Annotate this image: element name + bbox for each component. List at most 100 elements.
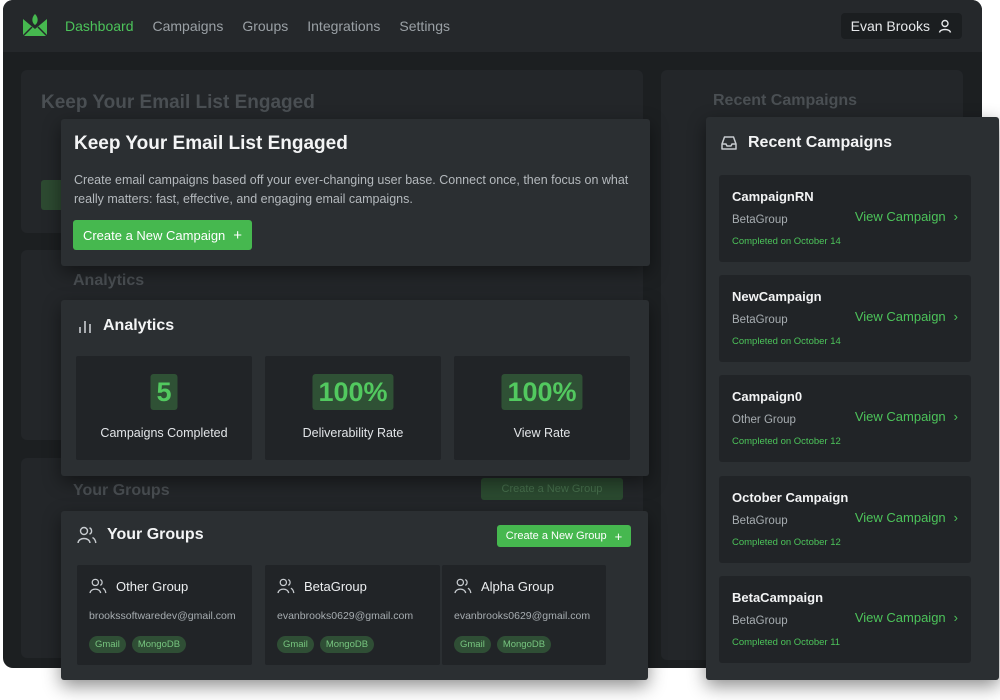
create-campaign-label: Create a New Campaign	[82, 227, 226, 243]
campaign-date: Completed on October 14	[732, 336, 841, 347]
nav-campaigns[interactable]: Campaigns	[153, 18, 224, 34]
campaign-item: CampaignRN BetaGroup Completed on Octobe…	[719, 175, 971, 262]
nav-links: Dashboard Campaigns Groups Integrations …	[65, 0, 450, 52]
groups-card: Your Groups Create a New Group + Other G…	[61, 511, 648, 680]
bg-recent-title: Recent Campaigns	[713, 92, 858, 109]
campaign-name: NewCampaign	[732, 289, 822, 304]
campaign-date: Completed on October 11	[732, 637, 841, 648]
campaign-item: NewCampaign BetaGroup Completed on Octob…	[719, 275, 971, 362]
stat-campaigns-completed: 5 Campaigns Completed	[76, 356, 252, 460]
group-tags: Gmail MongoDB	[89, 636, 187, 653]
campaign-item: October Campaign BetaGroup Completed on …	[719, 476, 971, 563]
plus-icon: +	[233, 226, 243, 244]
stat-label: Deliverability Rate	[302, 426, 404, 440]
bg-analytics-title: Analytics	[73, 272, 145, 289]
campaign-item: Campaign0 Other Group Completed on Octob…	[719, 375, 971, 462]
groups-title: Your Groups	[107, 526, 204, 543]
campaign-group: BetaGroup	[732, 314, 788, 326]
bg-groups-button: Create a New Group	[481, 478, 623, 500]
group-card-betagroup[interactable]: BetaGroup evanbrooks0629@gmail.com Gmail…	[265, 565, 440, 665]
campaign-group: BetaGroup	[732, 615, 788, 627]
create-campaign-button[interactable]: Create a New Campaign +	[73, 220, 252, 250]
group-name: BetaGroup	[304, 578, 367, 594]
campaign-name: CampaignRN	[732, 189, 814, 204]
view-campaign-label: View Campaign	[854, 309, 946, 324]
bar-chart-icon	[79, 321, 91, 333]
view-campaign-link[interactable]: View Campaign ›	[855, 409, 958, 424]
bg-groups-title: Your Groups	[73, 482, 170, 499]
recent-title: Recent Campaigns	[748, 134, 893, 151]
plus-icon: +	[614, 528, 623, 544]
bg-groups-button-label: Create a New Group	[501, 483, 603, 495]
stat-value: 100%	[501, 374, 583, 410]
create-group-label: Create a New Group	[505, 530, 607, 542]
chevron-right-icon: ›	[953, 409, 958, 424]
users-icon	[89, 578, 107, 594]
view-campaign-link[interactable]: View Campaign ›	[855, 209, 958, 224]
analytics-card: Analytics 5 Campaigns Completed 100% Del…	[61, 300, 649, 476]
groups-header: Your Groups	[77, 526, 204, 544]
stat-view-rate: 100% View Rate	[454, 356, 630, 460]
campaign-date: Completed on October 12	[732, 436, 841, 447]
nav-settings[interactable]: Settings	[399, 18, 450, 34]
chevron-right-icon: ›	[953, 309, 958, 324]
group-email: evanbrooks0629@gmail.com	[277, 610, 414, 622]
group-name: Other Group	[116, 578, 189, 594]
stat-value: 5	[150, 374, 178, 410]
user-name: Evan Brooks	[850, 18, 930, 34]
tag-mongodb: MongoDB	[496, 636, 552, 653]
users-icon	[454, 578, 472, 594]
bg-hero-title: Keep Your Email List Engaged	[41, 92, 315, 113]
campaign-group: Other Group	[732, 414, 796, 426]
envelope-leaf-logo-icon[interactable]	[22, 13, 48, 37]
view-campaign-label: View Campaign	[854, 209, 946, 224]
hero-description: Create email campaigns based off your ev…	[74, 173, 629, 206]
group-name-row: BetaGroup	[277, 578, 367, 594]
view-campaign-link[interactable]: View Campaign ›	[855, 510, 958, 525]
group-email: brookssoftwaredev@gmail.com	[89, 610, 236, 622]
campaign-name: BetaCampaign	[732, 590, 824, 605]
recent-campaigns-card: Recent Campaigns CampaignRN BetaGroup Co…	[706, 117, 999, 680]
campaign-date: Completed on October 12	[732, 537, 841, 548]
chevron-right-icon: ›	[953, 209, 958, 224]
user-icon	[938, 19, 952, 33]
group-name-row: Other Group	[89, 578, 188, 594]
view-campaign-link[interactable]: View Campaign ›	[855, 309, 958, 324]
campaign-date: Completed on October 14	[732, 236, 841, 247]
user-menu-button[interactable]: Evan Brooks	[840, 13, 962, 39]
analytics-header: Analytics	[77, 317, 174, 335]
hero-title: Keep Your Email List Engaged	[74, 133, 348, 154]
recent-header: Recent Campaigns	[720, 134, 892, 152]
chevron-right-icon: ›	[953, 510, 958, 525]
group-card-alpha-group[interactable]: Alpha Group evanbrooks0629@gmail.com Gma…	[442, 565, 606, 665]
group-card-other-group[interactable]: Other Group brookssoftwaredev@gmail.com …	[77, 565, 252, 665]
group-tags: Gmail MongoDB	[277, 636, 375, 653]
group-tags: Gmail MongoDB	[454, 636, 552, 653]
view-campaign-label: View Campaign	[854, 409, 946, 424]
nav-groups[interactable]: Groups	[242, 18, 288, 34]
view-campaign-label: View Campaign	[854, 510, 946, 525]
hero-card: Keep Your Email List Engaged Create emai…	[61, 119, 650, 266]
create-group-button[interactable]: Create a New Group +	[497, 525, 631, 547]
stat-deliverability-rate: 100% Deliverability Rate	[265, 356, 441, 460]
nav-dashboard[interactable]: Dashboard	[65, 18, 134, 34]
users-icon	[77, 526, 97, 544]
campaign-group: BetaGroup	[732, 214, 788, 226]
tag-gmail: Gmail	[89, 636, 126, 653]
campaign-item: BetaCampaign BetaGroup Completed on Octo…	[719, 576, 971, 663]
campaign-group: BetaGroup	[732, 515, 788, 527]
inbox-tray-icon	[721, 136, 737, 150]
group-name: Alpha Group	[481, 578, 554, 594]
stat-label: Campaigns Completed	[100, 426, 228, 440]
nav-integrations[interactable]: Integrations	[307, 18, 380, 34]
top-navbar: Dashboard Campaigns Groups Integrations …	[3, 0, 982, 52]
view-campaign-link[interactable]: View Campaign ›	[855, 610, 958, 625]
campaign-name: October Campaign	[732, 490, 849, 505]
stat-value: 100%	[312, 374, 394, 410]
tag-gmail: Gmail	[454, 636, 491, 653]
group-email: evanbrooks0629@gmail.com	[454, 610, 591, 622]
users-icon	[277, 578, 295, 594]
chevron-right-icon: ›	[953, 610, 958, 625]
tag-mongodb: MongoDB	[131, 636, 187, 653]
stat-label: View Rate	[513, 426, 571, 440]
